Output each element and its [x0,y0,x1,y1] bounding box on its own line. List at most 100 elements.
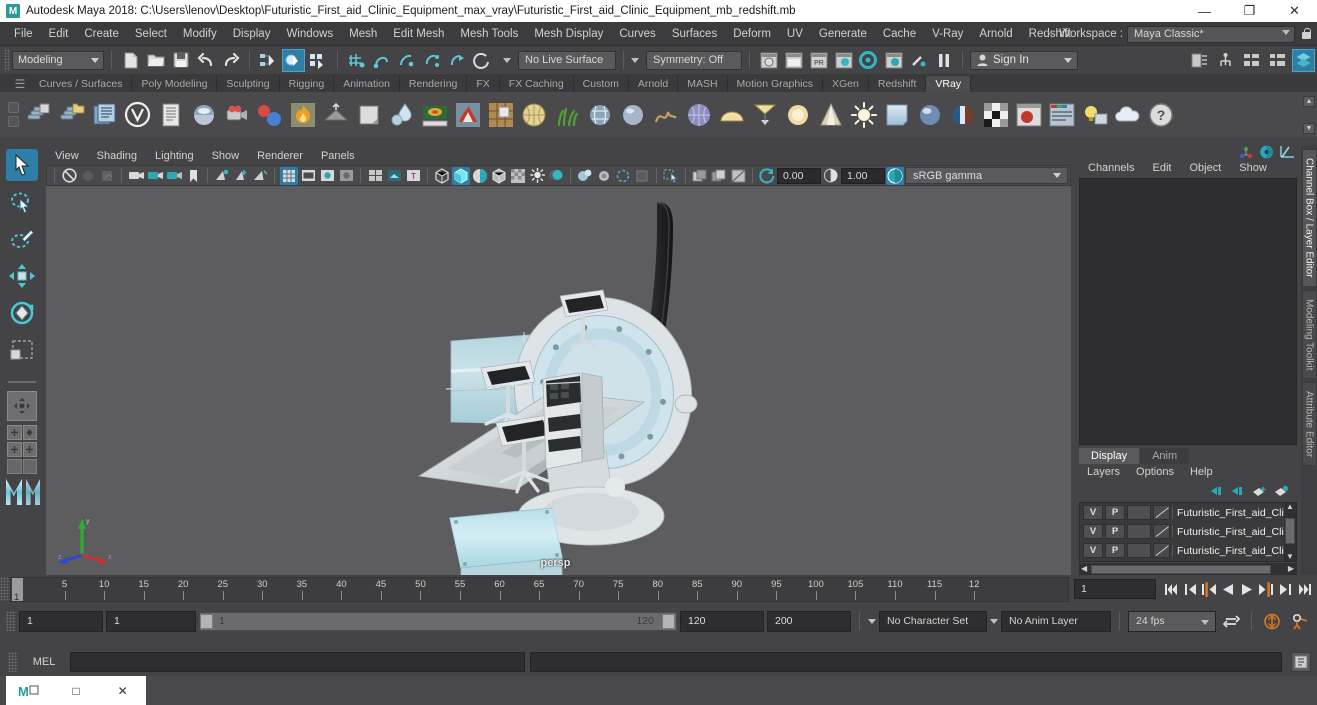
vray-proxy-icon[interactable] [584,99,615,130]
open-layer-editor-icon[interactable] [1292,48,1315,72]
playback-loop-icon[interactable] [1219,614,1243,629]
vray-fur-icon[interactable] [452,99,483,130]
new-scene-icon[interactable] [119,49,142,72]
layer-list-vertical-scrollbar[interactable]: ▲ ▼ [1284,503,1296,561]
shelf-tab-xgen[interactable]: XGen [823,76,869,92]
vray-sphere-icon[interactable] [617,99,648,130]
menu-item-arnold[interactable]: Arnold [971,22,1020,46]
title-safe-icon[interactable] [251,167,269,185]
viewport-menu-shading[interactable]: Shading [88,147,146,165]
xray-icon[interactable] [366,167,384,185]
current-frame-field[interactable]: 1 [1074,579,1156,599]
shelf-tab-fx[interactable]: FX [467,76,500,92]
step-back-frame-icon[interactable] [1200,578,1218,600]
animation-preferences-icon[interactable] [1287,613,1313,630]
vray-sphere-fade-icon[interactable] [254,99,285,130]
layer-list[interactable]: V P Futuristic_First_aid_Clinic_Eq V P F… [1079,502,1297,562]
vray-uv-icon[interactable] [485,99,516,130]
vray-dome-icon[interactable] [716,99,747,130]
statusbar-grip[interactable] [4,49,10,71]
lock-icon[interactable] [1299,26,1313,42]
sign-in-dropdown[interactable]: Sign In [970,50,1078,70]
layer-color-swatch[interactable] [1153,543,1170,558]
color-space-dropdown[interactable]: sRGB gamma [905,167,1068,184]
menu-item-cache[interactable]: Cache [875,22,924,46]
vray-hair-icon[interactable] [650,99,681,130]
restore-icon[interactable]: □ [53,676,100,705]
select-by-object-icon[interactable] [282,48,305,72]
menu-item-surfaces[interactable]: Surfaces [664,22,725,46]
step-forward-keyframe-icon[interactable] [1276,578,1294,600]
gate-mask-icon[interactable] [337,167,355,185]
exposure-reset-icon[interactable] [758,167,776,185]
channel-box-menu-object[interactable]: Object [1180,159,1230,177]
menu-item-select[interactable]: Select [127,22,175,46]
snap-to-view-plane-icon[interactable] [445,49,468,72]
toggle-background-icon[interactable] [729,167,747,185]
layer-visibility-toggle[interactable]: V [1083,543,1103,558]
menu-item-deform[interactable]: Deform [725,22,779,46]
layer-color-swatch[interactable] [1153,505,1170,520]
close-button[interactable]: ✕ [1272,0,1317,22]
layer-move-left-icon[interactable] [1210,485,1224,497]
range-end-handle[interactable] [662,613,675,629]
shelf-tab-motion-graphics[interactable]: Motion Graphics [727,76,823,92]
viewport-canvas[interactable]: y x z persp [46,186,1071,575]
symmetry-chevron-icon[interactable] [631,57,639,63]
motion-blur-icon[interactable] [595,167,613,185]
layer-menu-options[interactable]: Options [1128,464,1182,481]
menu-item-mesh[interactable]: Mesh [341,22,385,46]
side-tab-modeling-toolkit[interactable]: Modeling Toolkit [1301,289,1317,380]
vray-frame-buffer-icon[interactable] [155,99,186,130]
open-scene-icon[interactable] [144,49,167,72]
minimize-button[interactable]: — [1182,0,1227,22]
shaded-wireframe-icon[interactable] [490,167,508,185]
vray-cone-light-icon[interactable] [815,99,846,130]
camera-attributes-icon[interactable] [98,167,116,185]
snap-to-curve-icon[interactable] [370,49,393,72]
vray-render-icon[interactable] [23,99,54,130]
scroll-down-icon[interactable]: ▼ [1286,553,1294,561]
image-plane-icon[interactable] [127,167,145,185]
film-gate-icon[interactable] [299,167,317,185]
play-forwards-icon[interactable] [1238,578,1256,600]
vray-rect-light-icon[interactable] [881,99,912,130]
vray-sphere-shade-icon[interactable] [914,99,945,130]
shadows-icon[interactable] [547,167,565,185]
vray-sphere-light-icon[interactable] [683,99,714,130]
shelf-tab-curves-surfaces[interactable]: Curves / Surfaces [30,76,133,92]
hypershade-icon[interactable] [832,49,855,72]
scroll-right-icon[interactable]: ▶ [1288,565,1294,573]
viewport-menu-view[interactable]: View [46,147,88,165]
tab-display[interactable]: Display [1079,448,1140,464]
layer-new-icon[interactable] [1252,485,1267,497]
vray-camera-icon[interactable] [221,99,252,130]
lasso-select-tool[interactable] [6,186,38,218]
vray-mesh-light-icon[interactable] [320,99,351,130]
range-start-field[interactable]: 1 [19,610,103,632]
layer-menu-layers[interactable]: Layers [1079,464,1128,481]
exposure-icon[interactable] [213,167,231,185]
go-to-start-icon[interactable] [1162,578,1180,600]
shelf-tab-fx-caching[interactable]: FX Caching [499,76,574,92]
table-row[interactable]: V P Futuristic_First_aid_Clinic_Eq [1080,522,1296,541]
vray-displacement-icon[interactable] [419,99,450,130]
viewport-menu-panels[interactable]: Panels [312,147,364,165]
playback-speed-dropdown[interactable]: 24 fps [1128,610,1216,632]
layer-playback-toggle[interactable]: P [1105,524,1125,539]
menu-item-curves[interactable]: Curves [611,22,663,46]
anim-end-field[interactable]: 120 [680,610,764,632]
smooth-shade-all-icon[interactable] [452,166,470,185]
vray-preview-icon[interactable] [1013,99,1044,130]
use-default-lighting-icon[interactable] [528,167,546,185]
pause-render-icon[interactable] [932,49,955,72]
vray-cloud-icon[interactable] [1112,99,1143,130]
make-live-icon[interactable] [470,49,493,72]
open-channel-box-icon[interactable] [1266,49,1289,72]
redo-icon[interactable] [219,49,242,72]
gamma-value-field[interactable]: 1.00 [841,167,885,184]
scale-tool[interactable] [6,334,38,366]
shelf-tab-vray[interactable]: VRay [926,76,972,92]
layer-state-toggle[interactable] [1127,543,1151,558]
shelf-tab-animation[interactable]: Animation [334,76,400,92]
